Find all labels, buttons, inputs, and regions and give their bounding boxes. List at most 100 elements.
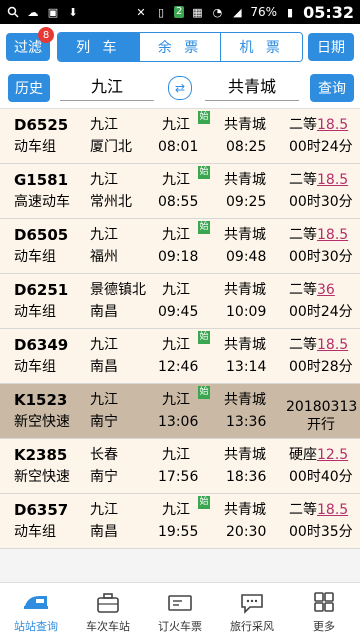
status-right: ✕ ▯ 2 ▦ ◔ ◢ 76% ▮ 05:32 [128, 3, 360, 22]
train-type: 新空快速 [14, 469, 70, 485]
duration: 00时30分 [289, 249, 353, 265]
origin-start-tag: 始 [198, 221, 210, 234]
arrive-time: 09:25 [226, 194, 267, 210]
price-link[interactable]: 18.5 [317, 172, 348, 188]
duration: 00时30分 [289, 194, 353, 210]
train-row[interactable]: K1523 新空快速 九江 南宁 九江 始 13:06 共青城 13:36 20… [0, 384, 360, 439]
train-row[interactable]: G1581 高速动车 九江 常州北 九江 始 08:55 共青城 09:25 二… [0, 164, 360, 219]
train-type: 动车组 [14, 139, 56, 155]
price-link[interactable]: 18.5 [317, 117, 348, 133]
train-number: D6251 [14, 281, 69, 299]
train-icon [24, 595, 48, 609]
arrive-time: 08:25 [226, 139, 267, 155]
origin-station: 九江 [90, 227, 118, 243]
tab-air-tickets[interactable]: 机 票 [220, 33, 302, 61]
train-list[interactable]: D6525 动车组 九江 厦门北 九江 始 08:01 共青城 08:25 二等… [0, 109, 360, 569]
origin-start-tag: 始 [198, 111, 210, 124]
price-link[interactable]: 36 [317, 282, 335, 298]
train-type: 动车组 [14, 359, 56, 375]
tab-label: 站站查询 [14, 619, 58, 633]
train-row[interactable]: K2385 新空快速 长春 南宁 九江 17:56 共青城 18:36 硬座12… [0, 439, 360, 494]
arrive-time: 13:14 [226, 359, 267, 375]
train-row[interactable]: D6349 动车组 九江 南昌 九江 始 12:46 共青城 13:14 二等1… [0, 329, 360, 384]
seat-price: 二等18.5 [289, 115, 348, 135]
notification-badge: 2 [174, 6, 185, 18]
filter-badge: 8 [38, 27, 54, 43]
train-row[interactable]: D6525 动车组 九江 厦门北 九江 始 08:01 共青城 08:25 二等… [0, 109, 360, 164]
train-type: 新空快速 [14, 414, 70, 430]
tab-train-station[interactable]: 车次车站 [72, 583, 144, 641]
tab-station-query[interactable]: 站站查询 [0, 583, 72, 641]
date-button[interactable]: 日期 [308, 33, 354, 61]
service-status: 20180313 开行 [286, 398, 357, 434]
duration: 00时35分 [289, 524, 353, 540]
origin-start-tag: 始 [198, 166, 210, 179]
train-number: D6505 [14, 226, 69, 244]
origin-station: 九江 [90, 392, 118, 408]
duration: 00时40分 [289, 469, 353, 485]
terminal-station: 常州北 [90, 194, 132, 210]
price-link[interactable]: 18.5 [317, 502, 348, 518]
battery-level: 76% [250, 5, 278, 19]
arrive-time: 13:36 [226, 414, 267, 430]
to-station-field[interactable]: 共青城 [205, 74, 299, 101]
train-type: 动车组 [14, 249, 56, 265]
price-link[interactable]: 18.5 [317, 227, 348, 243]
seat-class: 二等 [289, 282, 317, 298]
tab-remaining-tickets[interactable]: 余 票 [138, 33, 221, 61]
query-button[interactable]: 查询 [310, 74, 354, 102]
arrive-time: 18:36 [226, 469, 267, 485]
tab-more[interactable]: 更多 [288, 583, 360, 641]
train-row[interactable]: D6357 动车组 九江 南昌 九江 始 19:55 共青城 20:30 二等1… [0, 494, 360, 549]
origin-station: 九江 [90, 337, 118, 353]
train-number: D6525 [14, 116, 69, 134]
tab-label: 更多 [313, 619, 335, 633]
train-row[interactable]: D6505 动车组 九江 福州 九江 始 09:18 共青城 09:48 二等1… [0, 219, 360, 274]
terminal-station: 南宁 [90, 469, 118, 485]
seat-price: 二等36 [289, 280, 335, 300]
terminal-station: 南昌 [90, 524, 118, 540]
service-start-note: 开行 [307, 417, 335, 433]
suitcase-icon [97, 592, 119, 613]
tab-trains[interactable]: 列 车 [58, 33, 139, 61]
terminal-station: 南昌 [90, 359, 118, 375]
depart-time: 08:01 [158, 139, 199, 155]
seat-class: 二等 [289, 117, 317, 133]
price-link[interactable]: 12.5 [317, 447, 348, 463]
depart-time: 17:56 [158, 469, 199, 485]
train-type: 高速动车 [14, 194, 70, 210]
origin-station: 九江 [90, 117, 118, 133]
download-icon: ⬇ [68, 5, 78, 19]
depart-station: 九江 [162, 447, 190, 463]
origin-start-tag: 始 [198, 496, 210, 509]
depart-station: 九江 [162, 337, 190, 353]
seat-class: 二等 [289, 172, 317, 188]
seat-price: 二等18.5 [289, 335, 348, 355]
mode-segmented-control: 列 车 余 票 机 票 [57, 32, 303, 62]
seat-price: 二等18.5 [289, 500, 348, 520]
tab-travel-stories[interactable]: 旅行采风 [216, 583, 288, 641]
depart-time: 08:55 [158, 194, 199, 210]
origin-station: 九江 [90, 172, 118, 188]
price-link[interactable]: 18.5 [317, 337, 348, 353]
duration: 00时28分 [289, 359, 353, 375]
battery-icon: ▮ [287, 5, 294, 19]
depart-time: 12:46 [158, 359, 199, 375]
terminal-station: 南宁 [90, 414, 118, 430]
sim-icon: ▦ [192, 5, 203, 19]
terminal-station: 南昌 [90, 304, 118, 320]
arrive-station: 共青城 [224, 392, 266, 408]
train-number: G1581 [14, 171, 69, 189]
tab-book-ticket[interactable]: 订火车票 [144, 583, 216, 641]
history-button[interactable]: 历史 [8, 74, 50, 102]
train-number: D6349 [14, 336, 69, 354]
train-number: K1523 [14, 391, 68, 409]
arrive-time: 09:48 [226, 249, 267, 265]
status-bar: ☁ ▣ ⬇ ✕ ▯ 2 ▦ ◔ ◢ 76% ▮ 05:32 [0, 0, 360, 24]
from-station-field[interactable]: 九江 [60, 74, 154, 101]
seat-class: 二等 [289, 502, 317, 518]
depart-station: 九江 [162, 227, 190, 243]
swap-stations-icon[interactable]: ⇄ [168, 76, 192, 100]
train-row[interactable]: D6251 动车组 景德镇北 南昌 九江 09:45 共青城 10:09 二等3… [0, 274, 360, 329]
duration: 00时24分 [289, 304, 353, 320]
